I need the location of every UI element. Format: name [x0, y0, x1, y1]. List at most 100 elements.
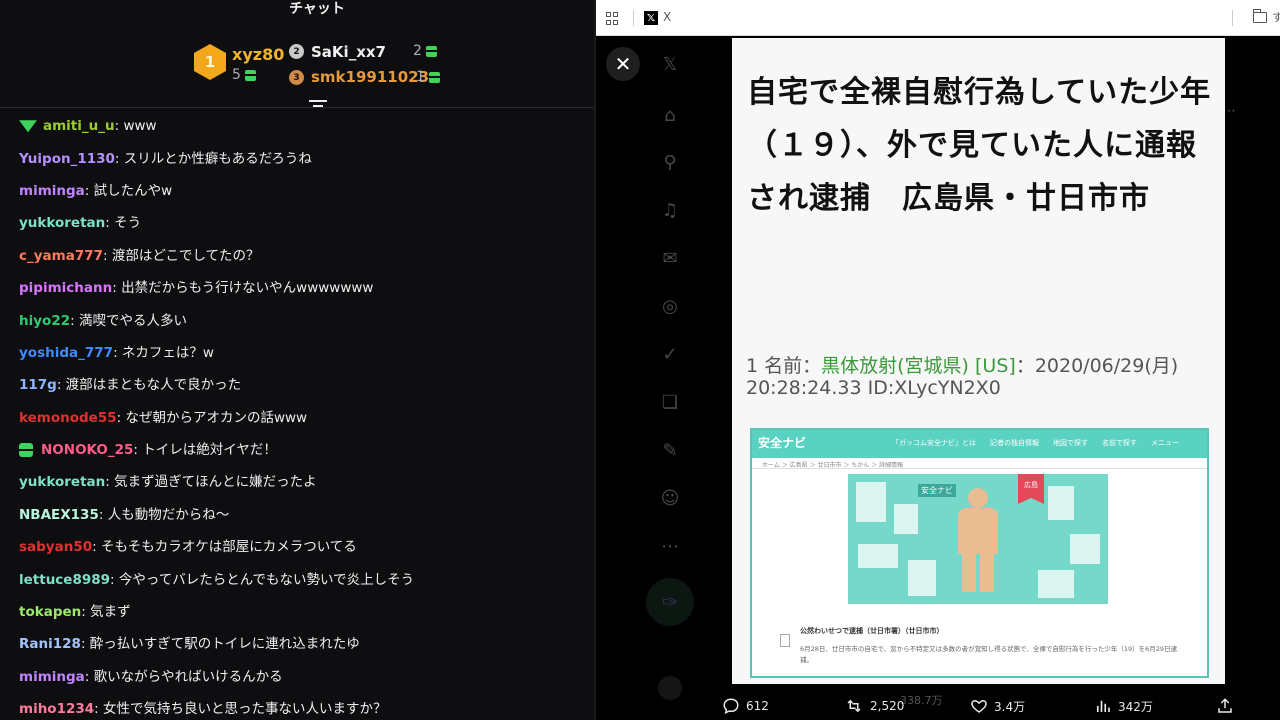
chat-text: : なぜ朝からアオカンの話www	[116, 409, 308, 426]
chat-username[interactable]: miminga	[19, 179, 85, 203]
retweet-button[interactable]: 2,520	[844, 697, 904, 715]
heart-icon	[971, 699, 987, 713]
views-count: 342万	[1118, 699, 1153, 714]
browser-window: 𝕏 X す ✕ 𝕏 ⌂ ⚲ ♫ ✉ ◎ ✓ ❏ ✎ ☺ ⋯ ✑ ⋯ 自宅で全裸自…	[596, 0, 1280, 720]
chat-username[interactable]: yukkoretan	[19, 470, 105, 494]
chat-username[interactable]: NONOKO_25	[41, 438, 133, 462]
like-button[interactable]: 3.4万	[970, 697, 1025, 715]
chat-username[interactable]: kemonode55	[19, 406, 117, 430]
notifications-icon[interactable]: ♫	[658, 198, 682, 222]
reply-button[interactable]: 612	[722, 697, 769, 715]
compose-post-icon[interactable]: ✑	[646, 578, 694, 626]
chat-text: : ネカフェは？w	[113, 344, 214, 361]
image-post-meta: 1 名前：黒体放射(宮城県) [US]：2020/06/29(月) 20:28:…	[746, 355, 1216, 399]
chat-text: : www	[114, 118, 157, 135]
chat-username[interactable]: Rani128	[19, 632, 81, 656]
chat-username[interactable]: NBAEX135	[19, 503, 99, 527]
x-logo-icon: 𝕏	[644, 11, 658, 25]
chat-message: Yuipon_1130 : スリルとか性癖もあるだろうね	[19, 142, 589, 174]
share-icon	[1218, 698, 1232, 713]
share-button[interactable]	[1216, 697, 1234, 715]
chat-message: miminga : 試したんやw	[19, 175, 589, 207]
chat-username[interactable]: Yuipon_1130	[19, 147, 115, 171]
more-icon[interactable]: ⋯	[658, 534, 682, 558]
embedded-body: 6月28日、廿日市市の自宅で、窓から不特定又は多数の者が覚知し得る状態で、全裸で…	[800, 645, 1178, 664]
chat-message: pipimichann : 出禁だからもう行けないやんwwwwwww	[19, 272, 589, 304]
chat-username[interactable]: sabyan50	[19, 535, 92, 559]
messages-icon[interactable]: ✉	[658, 246, 682, 270]
figure-body	[958, 508, 998, 554]
pictogram	[1038, 570, 1074, 598]
chat-text: : 気まず過ぎてほんとに嫌だったよ	[105, 474, 317, 491]
chat-text: : そう	[105, 215, 142, 232]
bookmarks-icon[interactable]: ❏	[658, 390, 682, 414]
grok-icon[interactable]: ◎	[658, 294, 682, 318]
chat-message: sabyan50 : そもそもカラオケは部屋にカメラついてる	[19, 531, 589, 563]
chat-text: : 今やってバレたらとんでもない勢いで炎上しそう	[110, 571, 415, 588]
chat-message: yukkoretan : そう	[19, 207, 589, 239]
chat-message: NONOKO_25 : トイレは絶対イヤだ！	[19, 434, 589, 466]
chat-message: 117g : 渡部はまともな人で良かった	[19, 369, 589, 401]
figure-leg	[980, 552, 994, 592]
views-button[interactable]: 342万	[1094, 697, 1153, 715]
top-gifter-3-name[interactable]: smk19911023	[311, 68, 429, 86]
gift-icon	[244, 69, 256, 81]
home-icon[interactable]: ⌂	[658, 103, 682, 127]
diamond-badge-icon	[19, 120, 37, 133]
lists-icon[interactable]: ✓	[658, 342, 682, 366]
embedded-illustration: 安全ナビ 広島	[848, 474, 1108, 604]
chat-message: miho1234 : 女性で気持ち良いと思った事ない人いますか？	[19, 693, 589, 720]
reply-count: 612	[746, 699, 769, 713]
gift-icon	[428, 71, 440, 83]
top-gifter-1-count: 5	[232, 67, 256, 83]
pictogram	[856, 482, 886, 522]
chat-username[interactable]: tokapen	[19, 600, 81, 624]
image-headline: 自宅で全裸自慰行為していた少年（１９）、外で見ていた人に通報され逮捕 広島県・廿…	[747, 75, 1212, 216]
chat-username[interactable]: miminga	[19, 665, 85, 689]
gifter-badge-icon	[19, 443, 33, 458]
search-icon[interactable]: ⚲	[658, 150, 682, 174]
chat-message-list: amiti_u_u : www Yuipon_1130 : スリルとか性癖もある…	[19, 110, 589, 720]
top-gifter-2-name[interactable]: SaKi_xx7	[311, 43, 386, 61]
embedded-heading: 公然わいせつで逮捕（廿日市署）（廿日市市）	[800, 627, 944, 635]
chat-username[interactable]: c_yama777	[19, 244, 103, 268]
folder-icon[interactable]	[1253, 9, 1267, 23]
pictogram	[908, 560, 936, 596]
meta-prefix: 1 名前：	[746, 355, 822, 377]
gift-count: 1	[416, 69, 425, 85]
retweet-count: 2,520	[870, 699, 905, 713]
tab-grid-icon[interactable]	[606, 12, 619, 25]
embedded-logo: 安全ナビ	[758, 436, 807, 450]
chat-username[interactable]: amiti_u_u	[43, 114, 115, 138]
rank-3-badge-icon: 3	[289, 70, 304, 85]
chat-text: : スリルとか性癖もあるだろうね	[114, 150, 312, 167]
embedded-logo-badge: 安全ナビ	[918, 484, 956, 497]
x-logo-icon[interactable]: 𝕏	[658, 52, 682, 76]
communities-icon[interactable]: ✎	[658, 438, 682, 462]
chat-username[interactable]: 117g	[19, 373, 57, 397]
chat-message: amiti_u_u : www	[19, 110, 589, 142]
chat-username[interactable]: miho1234	[19, 697, 94, 720]
post-image[interactable]: 自宅で全裸自慰行為していた少年（１９）、外で見ていた人に通報され逮捕 広島県・廿…	[732, 38, 1225, 684]
embedded-menu: 「ガッコム安全ナビ」とは 記者の独自情報 地図で探す 名前で探す メニュー	[892, 439, 1179, 447]
chat-username[interactable]: hiyo22	[19, 309, 70, 333]
ghost-view-count: 338.7万	[900, 694, 943, 707]
embedded-header: 安全ナビ 「ガッコム安全ナビ」とは 記者の独自情報 地図で探す 名前で探す メニ…	[752, 430, 1207, 458]
gift-count: 5	[232, 67, 241, 83]
close-media-button[interactable]: ✕	[606, 47, 640, 81]
chat-username[interactable]: pipimichann	[19, 276, 112, 300]
region-flag: 広島	[1018, 474, 1044, 504]
chat-message: c_yama777 : 渡部はどこでしてたの？	[19, 240, 589, 272]
chat-message: tokapen : 気まず	[19, 596, 589, 628]
tab-edge-text[interactable]: す	[1272, 9, 1280, 25]
profile-icon[interactable]: ☺	[658, 486, 682, 510]
top-gifter-1-name[interactable]: xyz80	[232, 45, 284, 64]
chat-username[interactable]: yukkoretan	[19, 211, 105, 235]
tab-separator	[633, 10, 634, 26]
tab-title[interactable]: X	[663, 10, 671, 24]
chat-username[interactable]: lettuce8989	[19, 568, 110, 592]
chat-text: : 渡部はまともな人で良かった	[56, 377, 242, 394]
chat-username[interactable]: yoshida_777	[19, 341, 113, 365]
top-gifter-1[interactable]: 1	[194, 44, 226, 80]
chat-panel: チャット 1 xyz80 5 2 SaKi_xx7 2 3 smk1991102…	[0, 0, 594, 720]
